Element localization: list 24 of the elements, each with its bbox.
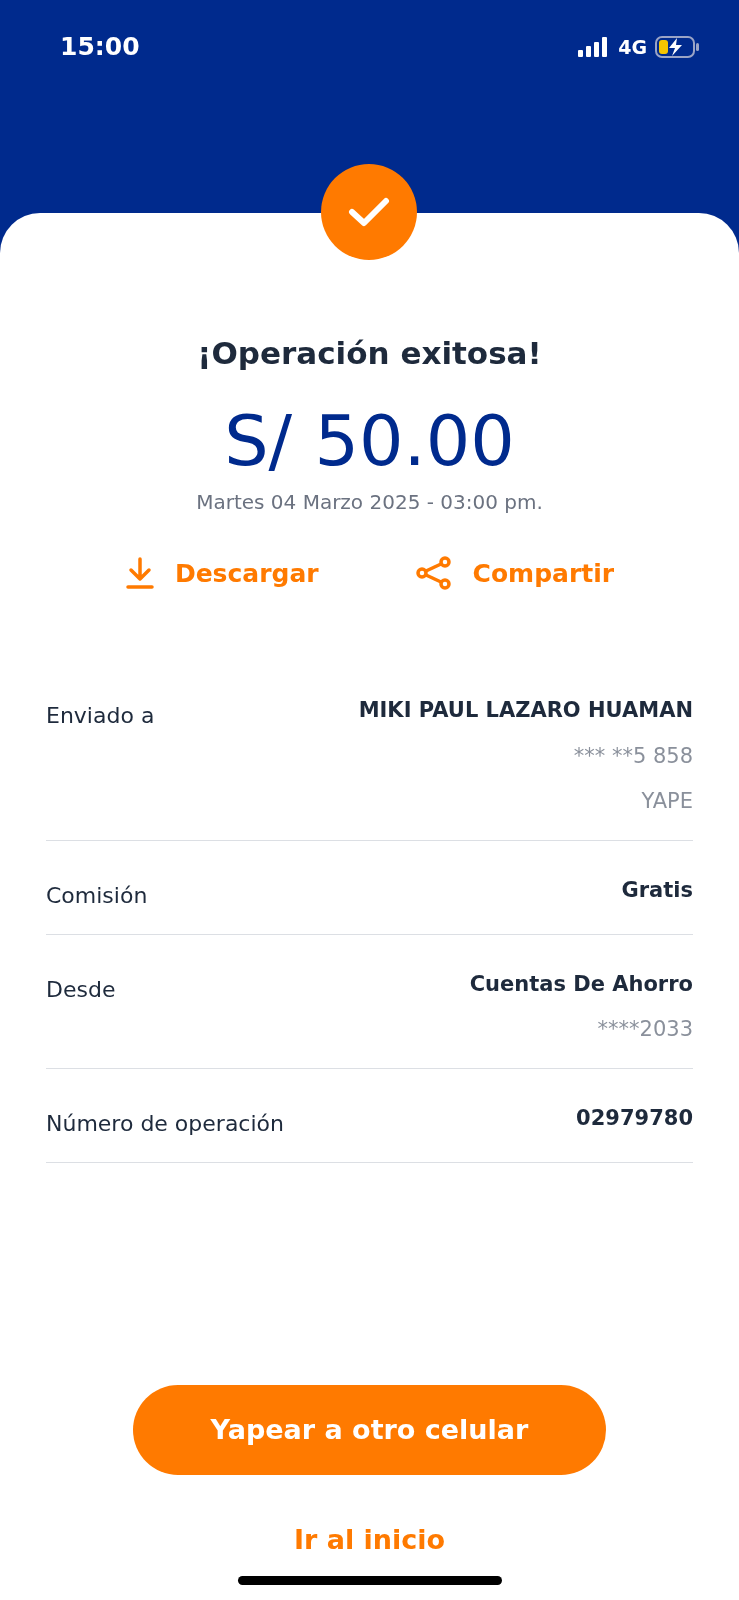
detail-label: Número de operación [46, 1109, 284, 1138]
detail-label: Desde [46, 975, 116, 1004]
detail-value: Cuentas De Ahorro [469, 970, 693, 998]
amount: S/ 50.00 [224, 402, 515, 479]
detail-value: MIKI PAUL LAZARO HUAMAN [358, 697, 693, 724]
detail-value: ****2033 [597, 1016, 693, 1043]
download-button[interactable]: Descargar [124, 554, 319, 592]
share-button[interactable]: Compartir [414, 554, 615, 592]
primary-button[interactable]: Yapear a otro celular [133, 1385, 606, 1475]
share-icon [414, 556, 453, 591]
detail-label: Comisión [46, 881, 148, 910]
download-icon [124, 556, 155, 591]
check-icon [348, 196, 390, 228]
status-time: 15:00 [60, 31, 140, 64]
home-link[interactable]: Ir al inicio [293, 1520, 446, 1561]
detail-value: Gratis [621, 876, 693, 904]
date-text: Martes 04 Marzo 2025 - 03:00 pm. [196, 488, 543, 516]
success-title: ¡Operación exitosa! [197, 334, 542, 373]
detail-value: *** **5 858 [573, 742, 693, 770]
network-label: 4G [618, 34, 647, 60]
detail-label: Enviado a [46, 702, 155, 730]
detail-value: 02979780 [576, 1104, 693, 1132]
detail-value: YAPE [641, 788, 693, 815]
battery-charging-icon [655, 36, 701, 58]
